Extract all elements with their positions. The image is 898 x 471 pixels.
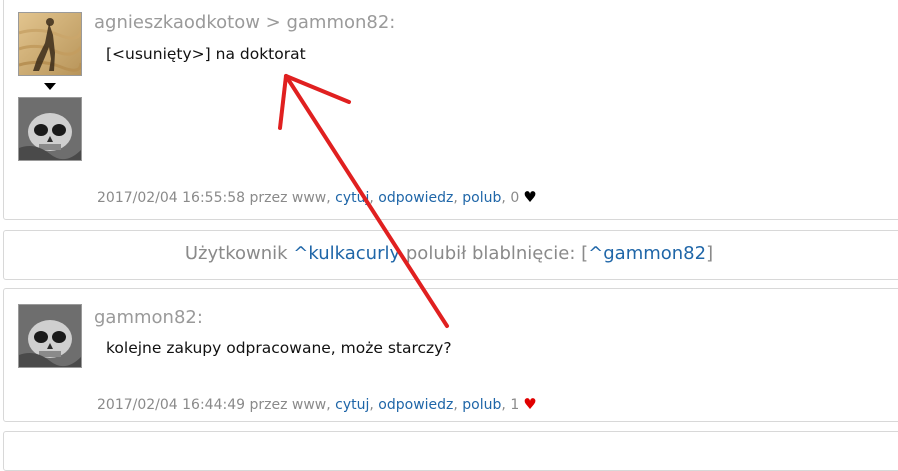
post-text: [<usunięty>] na doktorat [106, 45, 306, 63]
notification-text: Użytkownik ^kulkacurly polubił blablnięc… [184, 243, 714, 264]
post-header: agnieszkaodkotow > gammon82: [94, 12, 396, 33]
post-via: przez www, [249, 397, 331, 413]
post-footer: 2017/02/04 16:55:58 przez www, cytuj, od… [97, 188, 537, 206]
post-datetime: 2017/02/04 16:55:58 [97, 190, 246, 206]
heart-icon: ♥ [523, 188, 537, 206]
like-link[interactable]: polub [462, 190, 501, 206]
caret-down-icon [44, 83, 56, 90]
like-count: 0 [510, 190, 520, 206]
post-card: agnieszkaodkotow > gammon82: [<usunięty>… [3, 0, 898, 220]
user-link-gammon82[interactable]: ^gammon82 [588, 243, 706, 264]
post-header: gammon82: [94, 307, 203, 328]
like-link[interactable]: polub [462, 397, 501, 413]
avatar-agnieszkaodkotow[interactable] [18, 12, 82, 76]
avatar-gammon82[interactable] [18, 304, 82, 368]
reply-link[interactable]: odpowiedz [378, 397, 453, 413]
post-datetime: 2017/02/04 16:44:49 [97, 397, 246, 413]
post-via: przez www, [249, 190, 331, 206]
like-notification: Użytkownik ^kulkacurly polubił blablnięc… [3, 230, 898, 280]
post-card-partial [3, 431, 898, 471]
cite-link[interactable]: cytuj [335, 397, 369, 413]
avatar-gammon82[interactable] [18, 97, 82, 161]
reply-link[interactable]: odpowiedz [378, 190, 453, 206]
post-card: gammon82: kolejne zakupy odpracowane, mo… [3, 288, 898, 422]
post-text: kolejne zakupy odpracowane, może starczy… [106, 339, 452, 357]
user-link-kulkacurly[interactable]: ^kulkacurly [293, 243, 400, 264]
post-footer: 2017/02/04 16:44:49 przez www, cytuj, od… [97, 395, 537, 413]
like-count: 1 [510, 397, 520, 413]
heart-icon: ♥ [523, 395, 537, 413]
cite-link[interactable]: cytuj [335, 190, 369, 206]
